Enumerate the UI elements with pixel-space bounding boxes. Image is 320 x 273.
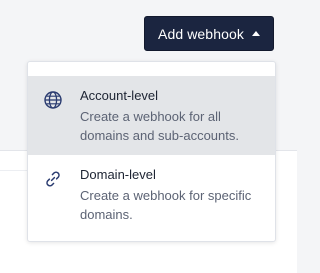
link-icon [46, 171, 60, 187]
caret-up-icon [251, 30, 260, 36]
menu-item-account-level[interactable]: Account-level Create a webhook for all d… [28, 76, 275, 155]
add-webhook-dropdown: Account-level Create a webhook for all d… [27, 61, 276, 242]
menu-item-description: Create a webhook for specific domains. [80, 188, 252, 222]
menu-item-domain-level[interactable]: Domain-level Create a webhook for specif… [28, 155, 275, 234]
add-webhook-label: Add webhook [158, 25, 244, 42]
menu-item-title: Account-level [80, 88, 159, 103]
globe-icon [44, 91, 62, 109]
menu-item-title: Domain-level [80, 167, 156, 182]
add-webhook-button[interactable]: Add webhook [144, 16, 274, 51]
menu-item-description: Create a webhook for all domains and sub… [80, 109, 239, 143]
